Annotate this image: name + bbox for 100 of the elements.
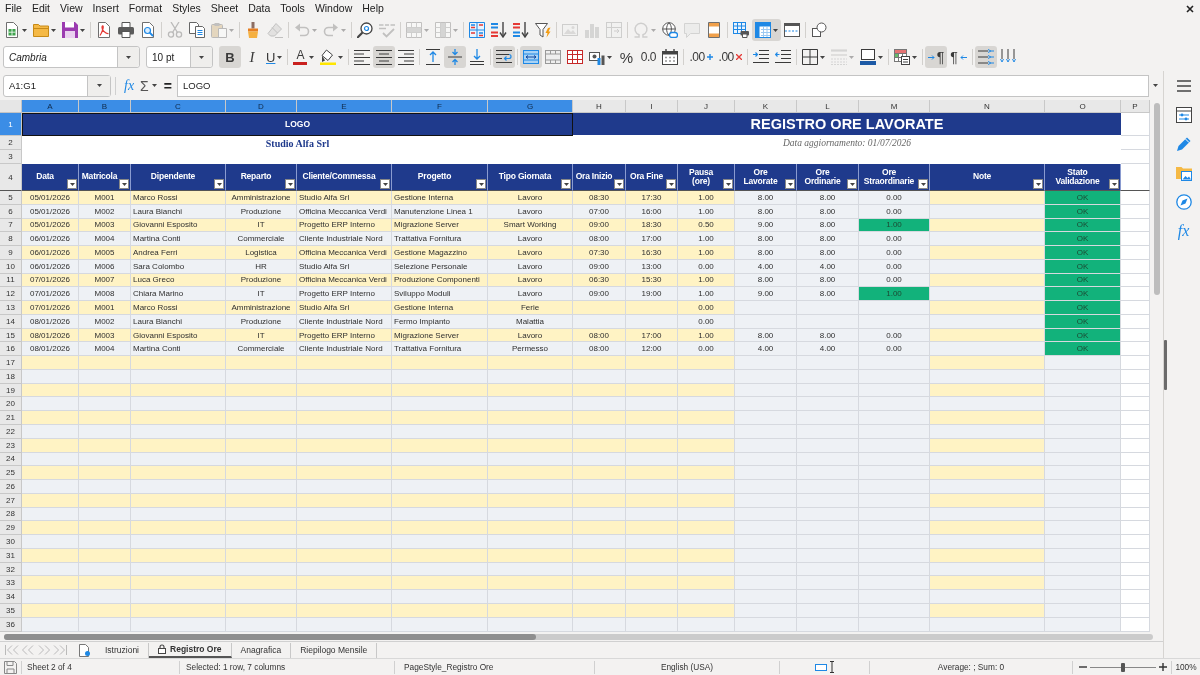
sum-button[interactable]: Σ [140,77,157,94]
filter-button[interactable] [614,179,624,189]
menu-item[interactable]: Styles [167,0,206,17]
menu-item[interactable]: Format [123,0,168,17]
menu-item[interactable]: View [55,0,88,17]
filter-button[interactable] [918,179,928,189]
row-header[interactable]: 16 [0,342,22,357]
sheet-tab[interactable]: Registro Ore [149,642,232,658]
horizontal-scrollbar[interactable] [4,633,1153,640]
underline-button[interactable]: U [263,46,286,68]
row-header[interactable]: 2 [0,136,22,150]
menu-item[interactable]: File [0,0,27,17]
close-button[interactable] [1186,4,1194,13]
row-header[interactable]: 9 [0,246,22,260]
column-header[interactable]: I [626,100,678,113]
menu-item[interactable]: Data [243,0,276,17]
menu-item[interactable]: Sheet [205,0,244,17]
font-name-field[interactable]: Cambria [3,46,140,68]
menu-item[interactable]: Insert [87,0,124,17]
sheet-tab[interactable]: Istruzioni [96,642,149,658]
row-header[interactable]: 29 [0,521,22,536]
column-header[interactable]: N [930,100,1045,113]
row-header[interactable]: 30 [0,535,22,549]
print-button[interactable] [115,19,137,41]
filter-button[interactable] [1033,179,1043,189]
column-header[interactable]: A [22,100,79,113]
row-header[interactable]: 33 [0,576,22,591]
column-header[interactable]: F [392,100,488,113]
row-header[interactable]: 3 [0,150,22,164]
find-replace-button[interactable] [354,19,376,41]
row-header[interactable]: 12 [0,287,22,302]
row-header[interactable]: 22 [0,425,22,439]
logo-cell[interactable]: LOGO [22,113,573,136]
row-header[interactable]: 21 [0,411,22,425]
filter-button[interactable] [119,179,129,189]
filter-button[interactable] [1109,179,1119,189]
filter-button[interactable] [723,179,733,189]
scrollbar-thumb[interactable] [4,633,536,640]
name-box[interactable]: A1:G1 [3,74,111,97]
menu-item[interactable]: Window [309,0,358,17]
column-header[interactable]: P [1121,100,1150,113]
sheet-tab[interactable]: Riepilogo Mensile [291,642,378,658]
filter-button[interactable] [476,179,486,189]
filter-button[interactable] [785,179,795,189]
filter-button[interactable] [561,179,571,189]
column-header[interactable]: K [735,100,797,113]
row-header[interactable]: 17 [0,356,22,370]
right-to-left-button[interactable]: ¶ [947,46,970,68]
scrollbar-thumb[interactable] [1153,103,1160,295]
column-header[interactable]: C [131,100,226,113]
add-decimal-place-button[interactable]: .00 [686,46,716,68]
text-language[interactable]: English (USA) [660,662,714,672]
row-header[interactable]: 20 [0,397,22,412]
hyperlink-button[interactable] [659,19,681,41]
copy-button[interactable] [186,19,208,41]
menu-item[interactable]: Help [357,0,389,17]
sheet-tab[interactable]: Anagrafica [231,642,292,658]
column-header[interactable]: D [226,100,297,113]
row-header[interactable]: 5 [0,191,22,205]
delete-decimal-place-button[interactable]: .00 [715,46,745,68]
row-header[interactable]: 4 [0,164,22,191]
filter-button[interactable] [380,179,390,189]
zoom-in-button[interactable] [1159,663,1167,671]
formula-button[interactable]: = [161,77,174,94]
column-header[interactable]: O [1045,100,1121,113]
column-header[interactable]: M [859,100,930,113]
zoom-out-button[interactable] [1079,663,1087,671]
percent-format-button[interactable]: % [615,46,638,68]
column-header[interactable]: L [797,100,859,113]
filter-button[interactable] [67,179,77,189]
freeze-rows-columns-button[interactable] [752,19,781,41]
row-header[interactable]: 25 [0,466,22,481]
column-header[interactable]: G [488,100,573,113]
column-header[interactable]: B [79,100,131,113]
add-sheet-button[interactable] [79,643,90,657]
column-header[interactable]: H [573,100,626,113]
formula-input-field[interactable]: LOGO [176,74,1149,97]
row-header[interactable]: 13 [0,301,22,315]
print-area-button[interactable] [730,19,752,41]
number-format-button[interactable]: 0.0 [637,46,660,68]
font-color-button[interactable]: A [290,46,318,68]
wrap-text-button[interactable] [493,46,516,68]
bold-button[interactable]: B [219,46,241,68]
save-button[interactable] [59,19,88,41]
font-size-field[interactable]: 10 pt [146,46,213,68]
sort-button[interactable] [466,19,488,41]
slider-thumb[interactable] [1121,662,1125,672]
row-header[interactable]: 34 [0,590,22,604]
zoom-level[interactable]: 100% [1175,662,1197,672]
filter-button[interactable] [666,179,676,189]
filter-button[interactable] [285,179,295,189]
menu-item[interactable]: Edit [26,0,55,17]
align-center-button[interactable] [373,46,396,68]
page-style[interactable]: PageStyle_Registro Ore [404,662,494,672]
row-header[interactable]: 26 [0,480,22,494]
left-to-right-button[interactable]: ¶ [924,46,948,68]
text-left-to-right-button[interactable] [974,46,997,68]
filter-button[interactable] [847,179,857,189]
filter-button[interactable] [214,179,224,189]
row-header[interactable]: 8 [0,232,22,247]
